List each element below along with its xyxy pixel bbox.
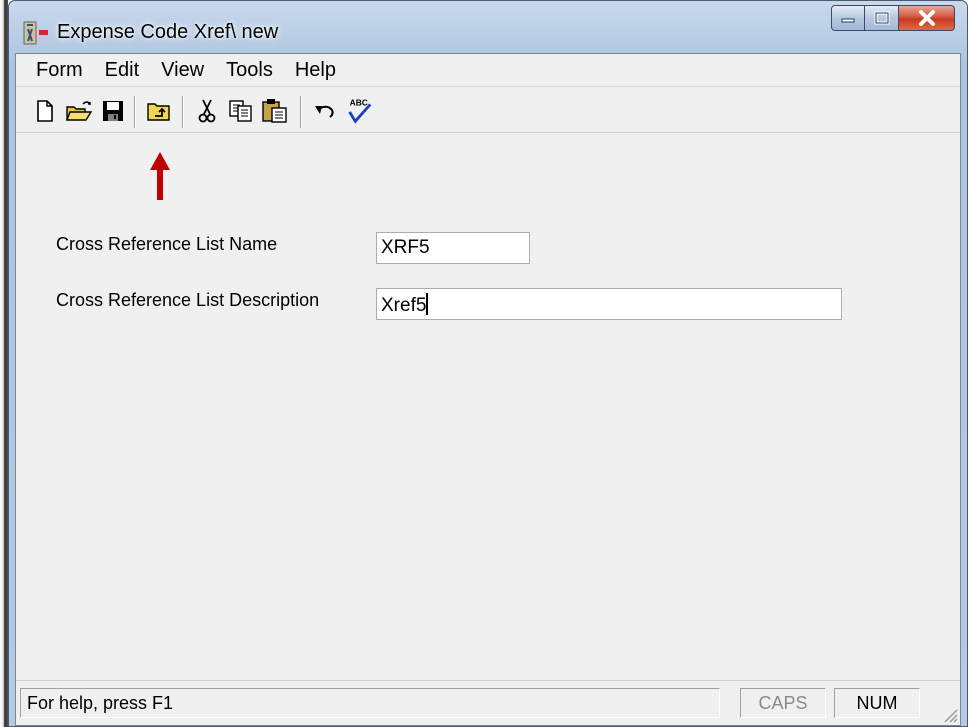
- menu-tools[interactable]: Tools: [216, 59, 285, 82]
- save-disk-icon: [103, 101, 123, 121]
- title-bar[interactable]: Expense Code Xref\ new: [9, 1, 967, 53]
- close-button[interactable]: [899, 5, 955, 31]
- status-help-text: For help, press F1: [20, 688, 720, 718]
- undo-button[interactable]: [310, 96, 340, 126]
- caps-indicator: CAPS: [740, 688, 826, 718]
- maximize-icon: [874, 11, 889, 25]
- menu-form[interactable]: Form: [26, 59, 95, 82]
- app-window: Expense Code Xref\ new Form Edit View To…: [8, 0, 968, 727]
- cut-icon: [198, 99, 216, 123]
- minimize-icon: [841, 18, 855, 23]
- client-area: Form Edit View Tools Help ABC Cross Refe…: [15, 53, 961, 726]
- resize-grip-icon[interactable]: [940, 705, 958, 723]
- list-name-input[interactable]: XRF5: [376, 232, 530, 264]
- menu-view[interactable]: View: [151, 59, 216, 82]
- list-name-value: XRF5: [381, 237, 430, 258]
- background-window-edge: [0, 0, 8, 727]
- toolbar-separator: [134, 96, 135, 128]
- caption-buttons: [831, 5, 955, 31]
- text-caret: [426, 293, 429, 315]
- menu-bar: Form Edit View Tools Help: [16, 54, 960, 87]
- list-description-value: Xref5: [381, 295, 427, 316]
- copy-icon: [229, 100, 252, 122]
- undo-icon: [315, 105, 334, 118]
- window-title: Expense Code Xref\ new: [57, 21, 279, 43]
- paste-icon: [262, 99, 287, 123]
- save-button[interactable]: [98, 96, 128, 126]
- cut-button[interactable]: [192, 96, 222, 126]
- svg-text:ABC: ABC: [350, 97, 368, 107]
- menu-help[interactable]: Help: [285, 59, 348, 82]
- minimize-button[interactable]: [831, 5, 865, 31]
- open-button[interactable]: [64, 96, 94, 126]
- spellcheck-icon: ABC: [348, 97, 372, 124]
- open-folder-icon: [65, 101, 93, 121]
- close-icon: [918, 10, 935, 26]
- app-icon: [23, 21, 48, 45]
- copy-button[interactable]: [226, 96, 256, 126]
- num-indicator: NUM: [834, 688, 920, 718]
- new-document-icon: [37, 100, 53, 122]
- toolbar: ABC: [16, 88, 960, 133]
- status-bar: For help, press F1 CAPS NUM: [16, 680, 960, 725]
- annotation-arrow-icon: [150, 152, 170, 200]
- up-folder-button[interactable]: [144, 96, 174, 126]
- menu-edit[interactable]: Edit: [95, 59, 151, 82]
- toolbar-separator: [182, 96, 183, 128]
- list-description-input[interactable]: Xref5: [376, 288, 842, 320]
- list-description-label: Cross Reference List Description: [56, 290, 320, 310]
- maximize-button[interactable]: [865, 5, 899, 31]
- list-name-label: Cross Reference List Name: [56, 234, 278, 254]
- paste-button[interactable]: [260, 96, 290, 126]
- spellcheck-button[interactable]: ABC: [344, 96, 374, 126]
- new-button[interactable]: [30, 96, 60, 126]
- toolbar-separator: [300, 96, 301, 128]
- up-folder-icon: [147, 103, 170, 121]
